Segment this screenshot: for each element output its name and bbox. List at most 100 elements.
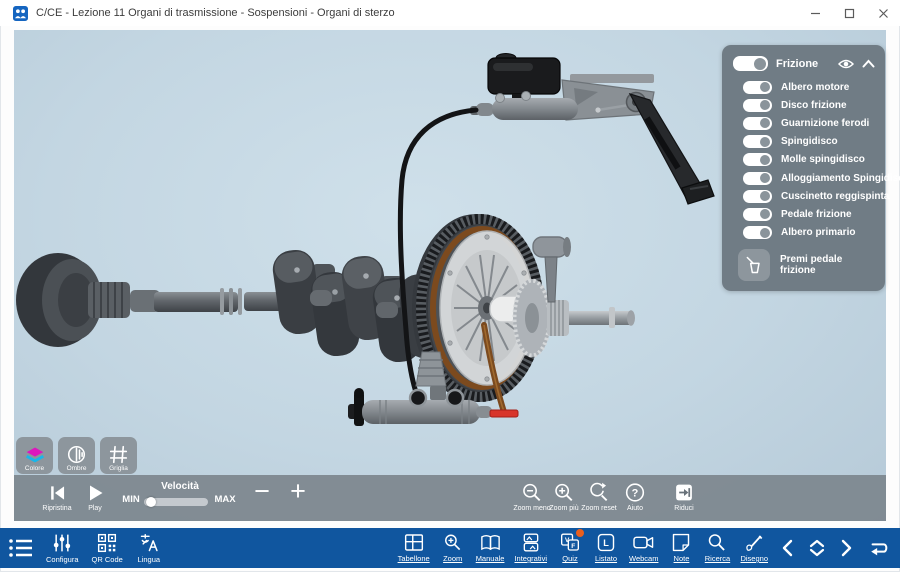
play-button[interactable]: Play [85, 483, 105, 512]
qr-code-icon [97, 533, 117, 553]
reduce-button[interactable]: Riduci [674, 482, 695, 512]
drawing-button[interactable]: Disegno [740, 533, 768, 563]
return-arrow-icon [868, 539, 890, 557]
notes-button[interactable]: Note [668, 533, 694, 563]
main-menu-button[interactable] [8, 537, 34, 559]
nav-next-button[interactable] [841, 539, 853, 557]
speed-max-label: MAX [214, 494, 235, 505]
nav-expand-button[interactable] [808, 539, 826, 557]
tool-label: Griglia [109, 465, 128, 472]
search-button[interactable]: Ricerca [704, 533, 730, 563]
layer-row: Cuscinetto reggispinta [729, 187, 878, 205]
speed-increase-button[interactable]: + [290, 478, 306, 505]
tool-label: Ombre [67, 465, 87, 472]
window-title: C/CE - Lezione 11 Organi di trasmissione… [36, 7, 395, 19]
quiz-button[interactable]: V F Quiz [557, 533, 583, 563]
chevrons-up-down-icon [808, 539, 826, 557]
press-pedal-button[interactable] [738, 249, 770, 281]
press-pedal-icon [744, 255, 764, 275]
panel-title: Frizione [776, 58, 830, 70]
webcam-icon [633, 533, 654, 552]
toggle-cuscinetto-reggispinta[interactable] [743, 190, 772, 203]
note-page-icon [671, 533, 691, 552]
toggle-disco-frizione[interactable] [743, 99, 772, 112]
toggle-guarnizione-ferodi[interactable] [743, 117, 772, 130]
menu-list-icon [8, 537, 34, 559]
grid-icon [109, 445, 128, 464]
eye-icon[interactable] [838, 58, 854, 70]
shadows-icon [67, 445, 86, 464]
toggle-frizione[interactable] [733, 56, 768, 71]
book-icon [480, 533, 501, 552]
webcam-button[interactable]: Webcam [629, 533, 658, 563]
speed-slider[interactable] [144, 498, 208, 506]
restart-button[interactable]: Ripristina [42, 483, 71, 512]
zoom-tool-button[interactable]: Zoom [440, 533, 466, 563]
qr-code-button[interactable]: QR Code [92, 533, 123, 564]
panel-header: Frizione [729, 53, 878, 78]
layer-label: Albero motore [781, 82, 849, 93]
zoom-out-button[interactable]: Zoom meno [513, 482, 550, 512]
layer-row: Alloggiamento Spingidisco [729, 169, 878, 187]
collapse-chevron-icon[interactable] [862, 59, 875, 68]
zoom-reset-icon [589, 482, 610, 503]
maximize-icon [844, 8, 855, 19]
layer-row: Pedale frizione [729, 205, 878, 223]
panel-action-row: Premi pedale frizione [729, 249, 878, 281]
supplements-button[interactable]: Integrativi [514, 533, 547, 563]
model-clutch-pedal[interactable] [470, 54, 714, 205]
layer-row: Disco frizione [729, 96, 878, 114]
shadows-button[interactable]: Ombre [58, 437, 95, 474]
maximize-button[interactable] [832, 0, 866, 26]
manual-button[interactable]: Manuale [476, 533, 505, 563]
minimize-button[interactable] [798, 0, 832, 26]
toggle-albero-primario[interactable] [743, 226, 772, 239]
pen-drawing-icon [744, 533, 764, 552]
layer-row: Albero motore [729, 78, 878, 96]
taskbar-left-group: Configura QR Code Lingua [46, 533, 162, 564]
color-button[interactable]: Colore [16, 437, 53, 474]
zoom-in-button[interactable]: Zoom più [549, 482, 578, 512]
layer-label: Spingidisco [781, 136, 838, 147]
listing-button[interactable]: L Listato [593, 533, 619, 563]
toggle-pedale-frizione[interactable] [743, 208, 772, 221]
toggle-alloggiamento-spingidisco[interactable] [743, 172, 772, 185]
layer-row: Albero primario [729, 224, 878, 242]
language-button[interactable]: Lingua [136, 533, 162, 564]
speed-slider-knob[interactable] [146, 497, 156, 507]
press-pedal-label: Premi pedale frizione [780, 254, 878, 276]
chevron-left-icon [781, 539, 793, 557]
zoom-in-icon [554, 482, 575, 503]
layer-label: Pedale frizione [781, 209, 852, 220]
layer-label: Disco frizione [781, 100, 847, 111]
layer-label: Guarnizione ferodi [781, 118, 869, 129]
nav-previous-button[interactable] [781, 539, 793, 557]
3d-viewport[interactable]: Frizione Albero motore Disco frizione Gu… [14, 30, 886, 521]
speed-min-label: MIN [122, 494, 139, 505]
speed-title: Velocità [161, 481, 199, 492]
grid-button[interactable]: Griglia [100, 437, 137, 474]
skip-start-icon [47, 483, 67, 503]
toggle-spingidisco[interactable] [743, 135, 772, 148]
toggle-molle-spingidisco[interactable] [743, 153, 772, 166]
taskbar-nav-group [781, 539, 890, 557]
layer-row: Spingidisco [729, 133, 878, 151]
toggle-albero-motore[interactable] [743, 81, 772, 94]
app-icon [13, 6, 28, 21]
model-crankshaft[interactable] [16, 247, 461, 364]
configure-button[interactable]: Configura [46, 533, 79, 564]
speed-decrease-button[interactable]: − [254, 478, 270, 505]
help-icon: ? [625, 482, 646, 503]
close-button[interactable] [866, 0, 900, 26]
back-return-button[interactable] [868, 539, 890, 557]
chevron-right-icon [841, 539, 853, 557]
quiz-notification-badge [576, 529, 584, 537]
playback-control-bar: Ripristina Play Velocità MIN MAX − + Zoo… [14, 475, 886, 521]
help-button[interactable]: ? Aiuto [625, 482, 646, 512]
svg-text:?: ? [632, 487, 639, 499]
layer-label: Molle spingidisco [781, 154, 865, 165]
board-button[interactable]: Tabellone [398, 533, 430, 563]
zoom-reset-button[interactable]: Zoom reset [581, 482, 616, 512]
zoom-plus-icon [443, 533, 463, 552]
images-stack-icon [521, 533, 541, 552]
